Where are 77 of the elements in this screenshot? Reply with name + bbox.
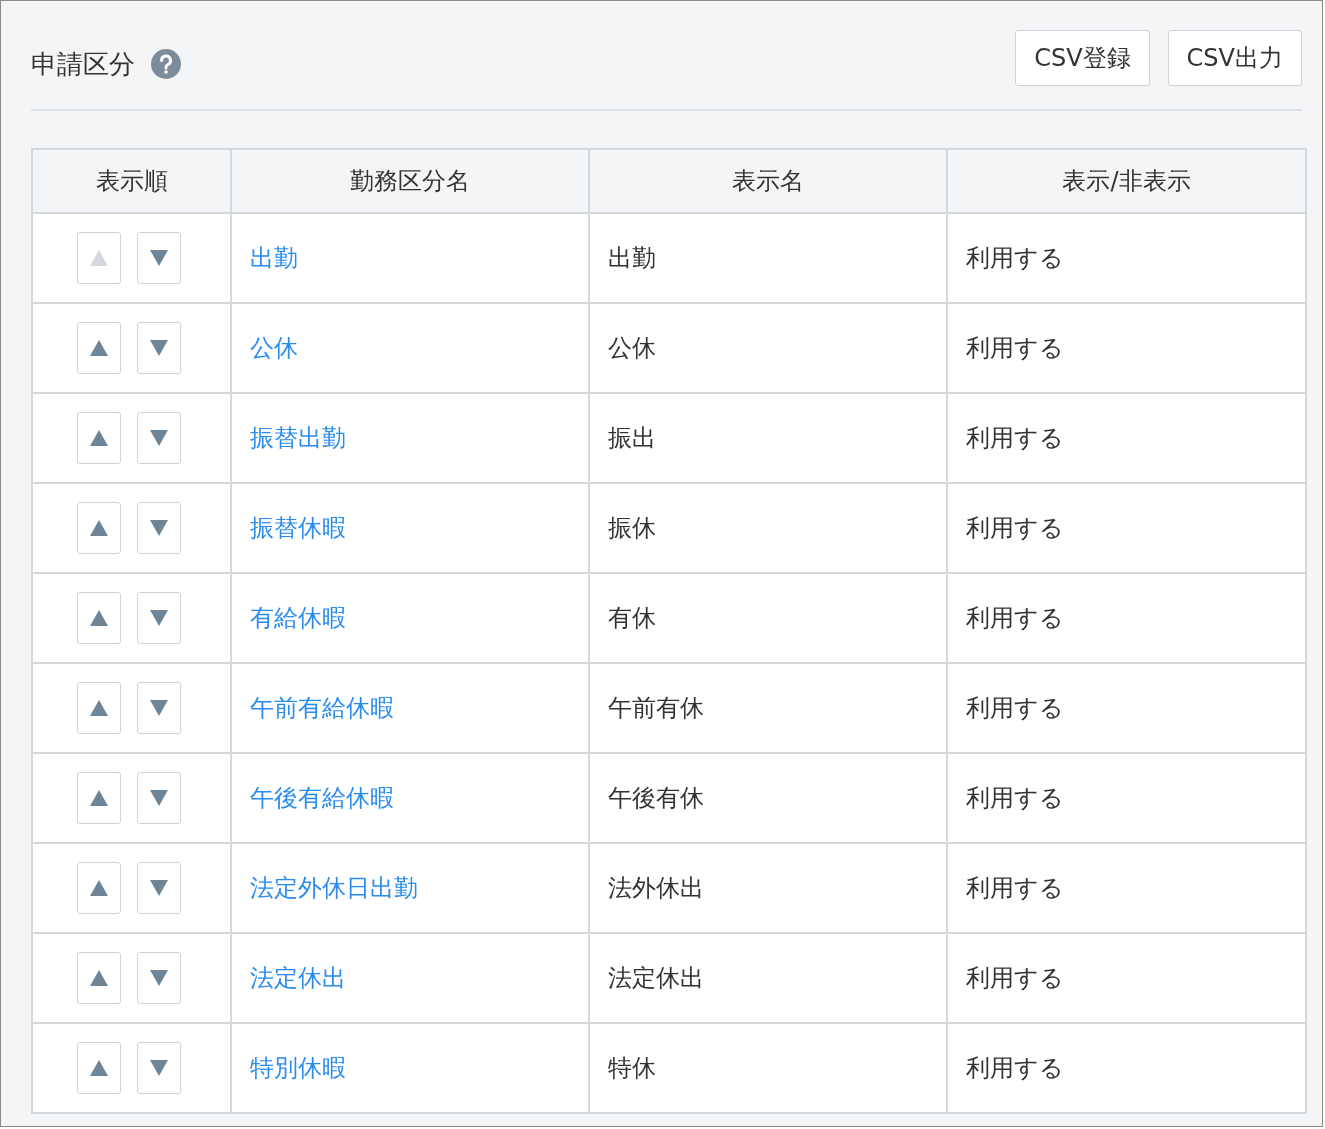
category-name-link[interactable]: 出勤	[250, 244, 298, 272]
column-header: 勤務区分名	[231, 149, 589, 213]
visibility-text: 利用する	[966, 424, 1064, 452]
visibility-text: 利用する	[966, 604, 1064, 632]
triangle-up-icon	[89, 520, 108, 536]
move-up-button[interactable]	[76, 862, 121, 914]
move-down-button[interactable]	[136, 682, 181, 734]
display-name-text: 午後有休	[608, 784, 704, 812]
display-name-text: 振休	[608, 514, 656, 542]
help-icon[interactable]	[151, 49, 181, 79]
category-name-link[interactable]: 法定休出	[250, 964, 346, 992]
category-name-link[interactable]: 振替休暇	[250, 514, 346, 542]
triangle-down-icon	[149, 520, 168, 536]
visibility-text: 利用する	[966, 694, 1064, 722]
triangle-up-icon	[89, 610, 108, 626]
move-down-button[interactable]	[136, 322, 181, 374]
visibility-text: 利用する	[966, 784, 1064, 812]
move-up-button[interactable]	[76, 412, 121, 464]
display-name-text: 午前有休	[608, 694, 704, 722]
display-name-text: 振出	[608, 424, 656, 452]
triangle-up-icon	[89, 1060, 108, 1076]
move-up-button[interactable]	[76, 1042, 121, 1094]
triangle-down-icon	[149, 700, 168, 716]
triangle-up-icon	[89, 430, 108, 446]
move-down-button[interactable]	[136, 502, 181, 554]
move-up-button[interactable]	[76, 592, 121, 644]
triangle-up-icon	[89, 700, 108, 716]
move-down-button[interactable]	[136, 952, 181, 1004]
move-down-button[interactable]	[136, 412, 181, 464]
triangle-down-icon	[149, 430, 168, 446]
triangle-down-icon	[149, 610, 168, 626]
category-name-link[interactable]: 公休	[250, 334, 298, 362]
column-header: 表示順	[32, 149, 231, 213]
triangle-down-icon	[149, 250, 168, 266]
visibility-text: 利用する	[966, 334, 1064, 362]
display-name-text: 特休	[608, 1054, 656, 1082]
category-name-link[interactable]: 午後有給休暇	[250, 784, 394, 812]
triangle-up-icon	[89, 250, 108, 266]
move-up-button[interactable]	[76, 322, 121, 374]
move-down-button[interactable]	[136, 772, 181, 824]
column-header: 表示/非表示	[947, 149, 1306, 213]
visibility-text: 利用する	[966, 1054, 1064, 1082]
move-down-button[interactable]	[136, 592, 181, 644]
display-name-text: 法外休出	[608, 874, 704, 902]
triangle-down-icon	[149, 340, 168, 356]
category-name-link[interactable]: 有給休暇	[250, 604, 346, 632]
visibility-text: 利用する	[966, 964, 1064, 992]
column-header: 表示名	[589, 149, 947, 213]
csv-button[interactable]: CSV登録	[1015, 30, 1150, 86]
category-name-link[interactable]: 法定外休日出勤	[250, 874, 418, 902]
move-down-button[interactable]	[136, 862, 181, 914]
page-title: 申請区分	[31, 47, 135, 81]
triangle-down-icon	[149, 880, 168, 896]
display-name-text: 有休	[608, 604, 656, 632]
triangle-up-icon	[89, 880, 108, 896]
triangle-up-icon	[89, 340, 108, 356]
triangle-down-icon	[149, 790, 168, 806]
display-name-text: 法定休出	[608, 964, 704, 992]
visibility-text: 利用する	[966, 874, 1064, 902]
move-up-button[interactable]	[76, 502, 121, 554]
category-name-link[interactable]: 振替出勤	[250, 424, 346, 452]
triangle-up-icon	[89, 790, 108, 806]
display-name-text: 公休	[608, 334, 656, 362]
move-down-button[interactable]	[136, 232, 181, 284]
move-down-button[interactable]	[136, 1042, 181, 1094]
triangle-down-icon	[149, 1060, 168, 1076]
move-up-button[interactable]	[76, 952, 121, 1004]
display-name-text: 出勤	[608, 244, 656, 272]
category-name-link[interactable]: 特別休暇	[250, 1054, 346, 1082]
visibility-text: 利用する	[966, 514, 1064, 542]
triangle-down-icon	[149, 970, 168, 986]
move-up-button[interactable]	[76, 682, 121, 734]
triangle-up-icon	[89, 970, 108, 986]
visibility-text: 利用する	[966, 244, 1064, 272]
move-up-button[interactable]	[76, 772, 121, 824]
csv-button[interactable]: CSV出力	[1167, 30, 1302, 86]
category-name-link[interactable]: 午前有給休暇	[250, 694, 394, 722]
